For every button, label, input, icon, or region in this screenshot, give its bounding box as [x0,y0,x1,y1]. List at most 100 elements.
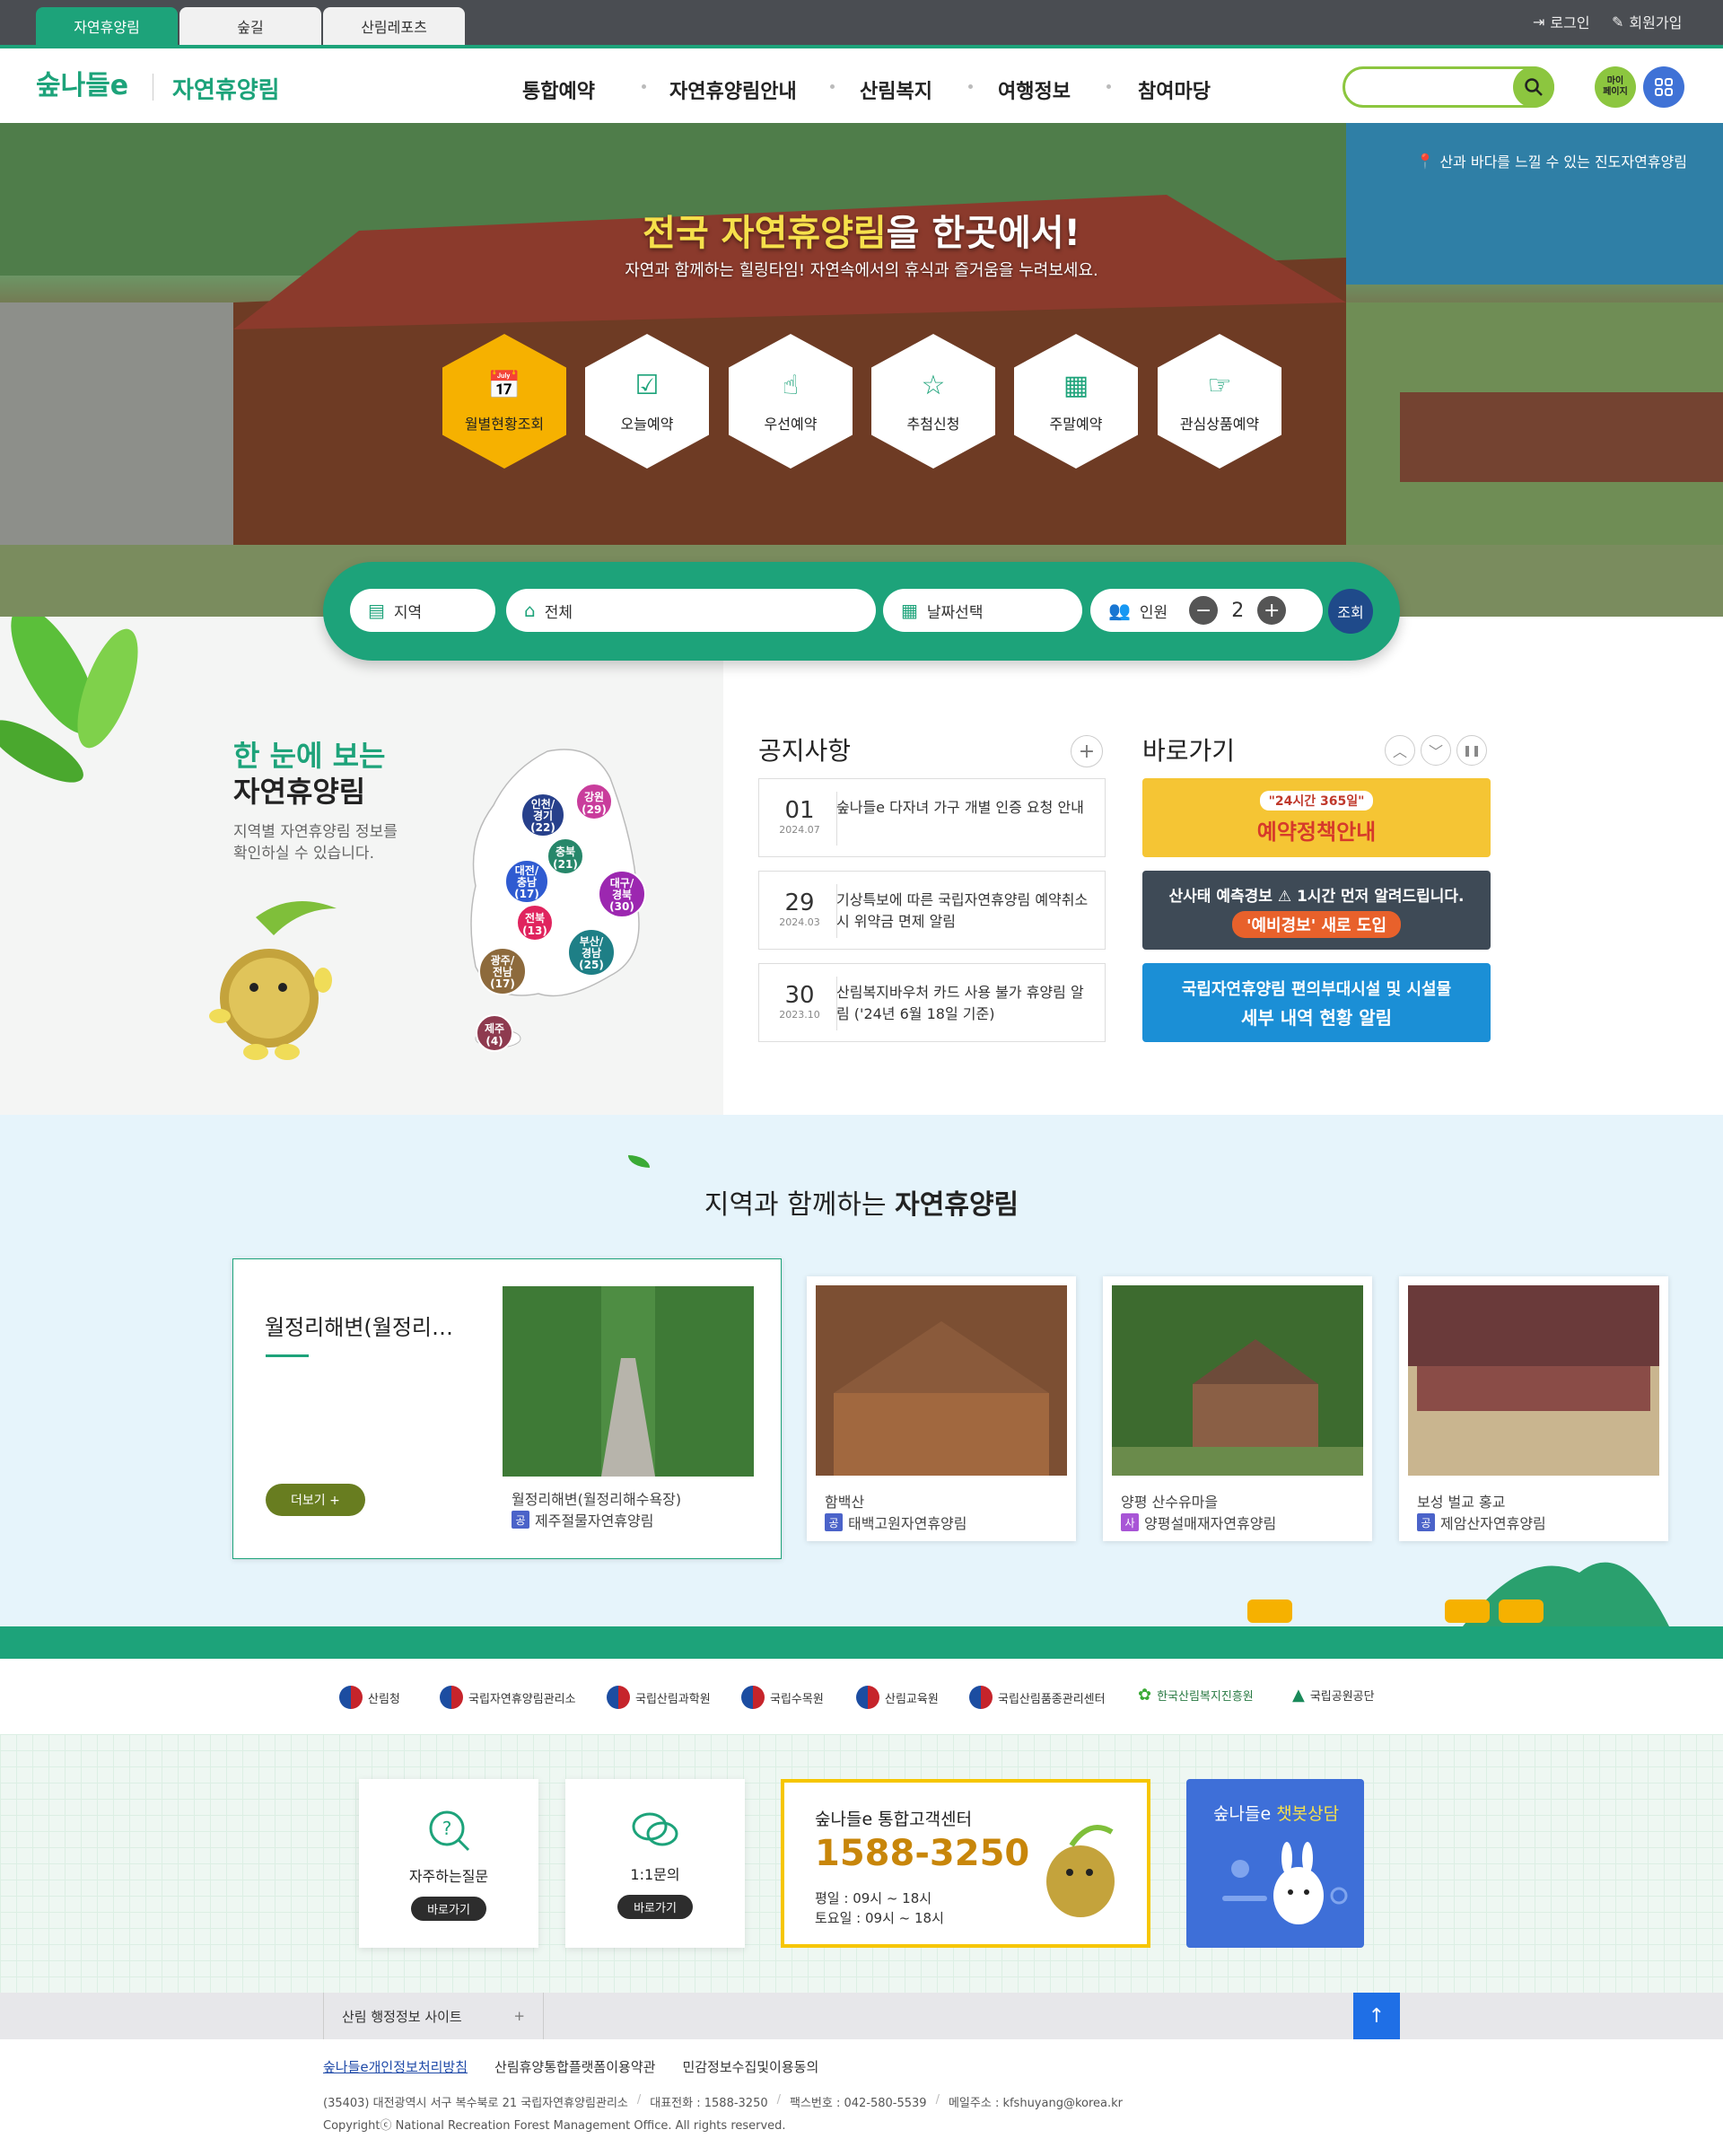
faq-question-icon: ? [429,1810,470,1851]
org-link[interactable]: 국립수목원 [741,1686,824,1709]
shortcut-pause-button[interactable]: ❚❚ [1456,735,1487,766]
region-card[interactable]: 함백산 공 태백고원자연휴양림 [807,1276,1076,1541]
banner-reservation-policy[interactable]: "24시간 365일" 예약정책안내 [1142,778,1491,857]
pointer-hand-icon: ☞ [1207,369,1232,401]
footer-copyright: Copyrightⓒ National Recreation Forest Ma… [323,2119,786,2133]
region-card-image [1408,1285,1659,1476]
admin-sites-dropdown[interactable]: 산림 행정정보 사이트 + [323,1993,544,2039]
qna-go-button[interactable]: 바로가기 [617,1894,693,1919]
region-incheon-gyeonggi[interactable]: 인천/ 경기 (22) [520,793,565,837]
signup-link[interactable]: ✎ 회원가입 [1612,11,1682,32]
search-button[interactable] [1513,66,1554,108]
region-card-caption: 양평 산수유마을 [1121,1494,1219,1511]
public-badge: 공 [512,1511,529,1529]
region-jeju[interactable]: 제주 (4) [476,1014,513,1052]
mypage-button[interactable]: 마이 페이지 [1595,66,1636,108]
forest-select[interactable]: ⌂ 전체 [506,589,876,632]
location-gear-icon: ⌂ [524,600,536,621]
plus-icon: + [513,2008,525,2024]
reservation-search-bar: ▤ 지역 ⌂ 전체 ▦ 날짜선택 👥 인원 − 2 + 조회 [323,562,1400,661]
region-chungbuk[interactable]: 충북 (21) [547,837,584,875]
login-link[interactable]: ⇥ 로그인 [1533,11,1590,32]
region-gwangju-jeonnam[interactable]: 광주/ 전남 (17) [478,947,527,995]
faq-card[interactable]: ? 자주하는질문 바로가기 [359,1779,538,1948]
nav-dot [830,84,835,89]
nav-dot [1106,84,1111,89]
region-card[interactable]: 양평 산수유마을 사 양평설매재자연휴양림 [1103,1276,1372,1541]
regional-section: 지역과 함께하는 자연휴양림 월정리해변(월정리… 더보기 + 월정리해변(월정… [0,1115,1723,1626]
featured-card[interactable]: 월정리해변(월정리… 더보기 + 월정리해변(월정리해수욕장) 공 제주절물자연휴… [232,1258,782,1559]
region-jeonbuk[interactable]: 전북 (13) [516,904,554,942]
footer-contact: (35403) 대전광역시 서구 복수북로 21 국립자연휴양림관리소 / 대표전… [323,2093,1124,2110]
people-icon: 👥 [1108,600,1131,621]
region-select[interactable]: ▤ 지역 [350,589,495,632]
banner-landslide-warning[interactable]: 산사태 예측경보 ⚠ 1시간 먼저 알려드립니다. '예비경보' 새로 도입 [1142,871,1491,950]
people-minus-button[interactable]: − [1189,596,1219,625]
tab-forest-leports[interactable]: 산림레포츠 [323,7,465,45]
notice-day: 29 [784,890,815,916]
shortcut-next-button[interactable]: ﹀ [1421,735,1451,766]
footer-links: 숲나들e개인정보처리방침 산림휴양통합플랫폼이용약관 민감정보수집및이용동의 [323,2057,818,2076]
login-icon: ⇥ [1533,13,1545,31]
org-link[interactable]: 국립산림과학원 [607,1686,711,1709]
notice-item[interactable]: 29 2024.03 기상특보에 따른 국립자연휴양림 예약취소 시 위약금 면… [758,871,1106,950]
admin-sites-bar: 산림 행정정보 사이트 + ↑ [0,1993,1723,2039]
phone-number[interactable]: 1588-3250 [815,1833,1029,1874]
terms-link[interactable]: 산림휴양통합플랫폼이용약관 [494,2057,655,2076]
regional-title: 지역과 함께하는 자연휴양림 [704,1189,1019,1221]
featured-more-button[interactable]: 더보기 + [266,1484,365,1516]
featured-title: 월정리해변(월정리… [265,1315,454,1340]
map-title-black: 자연휴양림 [233,775,366,809]
nav-participation[interactable]: 참여마당 [1138,75,1211,104]
scroll-top-button[interactable]: ↑ [1353,1993,1400,2039]
org-link[interactable]: 산림교육원 [856,1686,939,1709]
affiliated-organizations: 산림청 국립자연휴양림관리소 국립산림과학원 국립수목원 산림교육원 국립산림품… [0,1659,1723,1734]
org-link[interactable]: ✿ 한국산림복지진흥원 [1138,1686,1254,1705]
site-subtitle: 자연휴양림 [172,77,280,104]
site-logo[interactable]: 숲나들e [36,63,128,102]
notice-title: 공지사항 [758,736,852,766]
region-card[interactable]: 보성 벌교 홍교 공 제암산자연휴양림 [1399,1276,1668,1541]
region-card-image [1112,1285,1363,1476]
nav-travel-info[interactable]: 여행정보 [998,75,1071,104]
region-gangwon[interactable]: 강원 (29) [575,783,613,820]
nav-forest-welfare[interactable]: 산림복지 [860,75,932,104]
public-badge: 공 [1417,1513,1435,1531]
region-daegu-gyeongbuk[interactable]: 대구/ 경북 (30) [598,870,646,918]
org-link[interactable]: 산림청 [339,1686,400,1709]
banner-facility-status[interactable]: 국립자연휴양림 편의부대시설 및 시설물 세부 내역 현황 알림 [1142,963,1491,1042]
qna-card[interactable]: 1:1문의 바로가기 [565,1779,745,1948]
chatbot-card[interactable]: 숲나들e 챗봇상담 [1186,1779,1364,1948]
region-daejeon-chungnam[interactable]: 대전/ 충남 (17) [504,859,549,904]
region-card-caption: 함백산 [825,1494,865,1511]
tab-forest-trail[interactable]: 숲길 [179,7,321,45]
nav-integrated-reservation[interactable]: 통합예약 [522,75,595,104]
org-link[interactable]: ▲ 국립공원공단 [1292,1686,1375,1705]
org-link[interactable]: 국립자연휴양림관리소 [440,1686,576,1709]
calendar-grid-icon: 📅 [487,369,521,401]
sensitive-info-link[interactable]: 민감정보수집및이용동의 [682,2057,818,2076]
government-logo-icon [440,1686,463,1709]
people-plus-button[interactable]: + [1257,596,1287,625]
nav-forest-guide[interactable]: 자연휴양림안내 [669,75,797,104]
notice-item[interactable]: 01 2024.07 숲나들e 다자녀 가구 개별 인증 요청 안내 [758,778,1106,857]
region-busan-gyeongnam[interactable]: 부산/ 경남 (25) [567,928,616,977]
notice-more-button[interactable]: + [1071,735,1103,767]
org-link[interactable]: 국립산림품종관리센터 [969,1686,1106,1709]
shortcut-prev-button[interactable]: ︿ [1385,735,1415,766]
calendar-icon: ▦ [901,600,918,621]
all-menu-button[interactable] [1643,66,1684,108]
mascot-illustration [1046,1825,1115,1917]
faq-go-button[interactable]: 바로가기 [411,1896,486,1921]
government-logo-icon [741,1686,765,1709]
date-select[interactable]: ▦ 날짜선택 [883,589,1082,632]
map-description: 지역별 자연휴양림 정보를 확인하실 수 있습니다. [233,823,398,863]
notice-item[interactable]: 30 2023.10 산림복지바우처 카드 사용 불가 휴양림 알림 ('24년… [758,963,1106,1042]
search-submit-button[interactable]: 조회 [1328,589,1373,634]
tab-natural-forest[interactable]: 자연휴양림 [36,7,178,45]
privacy-policy-link[interactable]: 숲나들e개인정보처리방침 [323,2057,468,2076]
notice-text: 숲나들e 다자녀 가구 개별 인증 요청 안내 [836,799,1084,816]
notice-year-month: 2023.10 [779,1009,820,1021]
notice-text: 산림복지바우처 카드 사용 불가 휴양림 알림 ('24년 6월 18일 기준) [836,984,1084,1022]
search-input[interactable] [1358,76,1501,98]
